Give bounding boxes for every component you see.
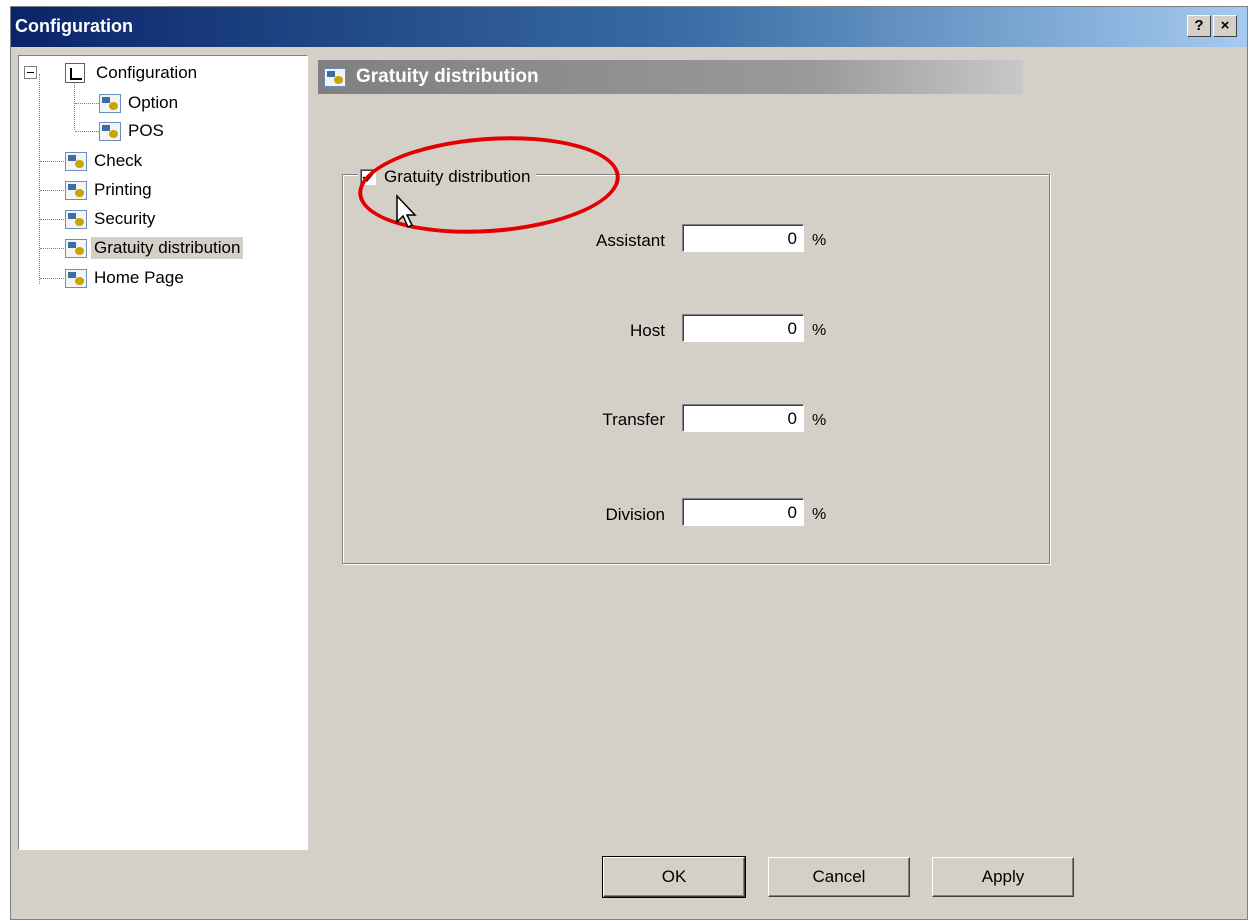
transfer-input[interactable]: 0 (682, 404, 804, 432)
gratuity-checkbox-label: Gratuity distribution (384, 167, 531, 186)
assistant-label: Assistant (596, 231, 665, 250)
tree-item-check[interactable]: Check (65, 148, 145, 174)
host-unit: % (812, 322, 827, 339)
tree-item-option[interactable]: Option (99, 90, 181, 116)
collapse-icon[interactable] (24, 66, 37, 79)
tree-item-security[interactable]: Security (65, 206, 158, 232)
tree-item-label: Configuration (96, 63, 198, 82)
division-unit: % (812, 506, 827, 523)
window-title: Configuration (15, 16, 133, 36)
settings-page-icon (65, 180, 87, 200)
tree-item-printing[interactable]: Printing (65, 177, 155, 203)
close-button[interactable]: × (1213, 15, 1237, 37)
tree-item-label: Printing (94, 180, 152, 199)
assistant-unit: % (812, 232, 827, 249)
configuration-icon (65, 63, 85, 83)
tree-connector (75, 103, 99, 104)
tree-item-pos[interactable]: POS (99, 118, 167, 144)
assistant-input[interactable]: 0 (682, 224, 804, 252)
settings-page-icon (65, 151, 87, 171)
gratuity-checkbox-row[interactable]: Gratuity distribution (358, 166, 537, 188)
tree-item-label: Check (94, 151, 143, 170)
host-input[interactable]: 0 (682, 314, 804, 342)
panel-title: Gratuity distribution (356, 66, 539, 87)
tree-connector (75, 131, 99, 132)
tree-connector (74, 82, 75, 130)
tree-item-label: POS (128, 121, 164, 140)
settings-page-icon (65, 268, 87, 288)
settings-page-icon (99, 121, 121, 141)
settings-page-icon (99, 93, 121, 113)
gratuity-distribution-checkbox[interactable] (360, 169, 376, 185)
tree-item-label: Gratuity distribution (91, 237, 244, 259)
tree-item-label: Home Page (94, 268, 184, 287)
settings-page-icon (65, 238, 87, 258)
host-label: Host (630, 321, 665, 340)
tree-item-gratuity-distribution[interactable]: Gratuity distribution (65, 235, 244, 261)
tree-item-label: Option (128, 93, 179, 112)
tree-item-configuration[interactable]: Configuration (65, 60, 200, 86)
transfer-unit: % (812, 412, 827, 429)
apply-button[interactable]: Apply (932, 857, 1074, 897)
tree-item-label: Security (94, 209, 156, 228)
cancel-button[interactable]: Cancel (768, 857, 910, 897)
settings-page-icon (65, 209, 87, 229)
title-bar[interactable]: Configuration ? × (11, 7, 1247, 47)
help-button[interactable]: ? (1187, 15, 1211, 37)
tree-connector (39, 74, 40, 284)
settings-page-icon (324, 67, 346, 87)
config-tree[interactable]: Configuration Option POS Check Printing … (18, 55, 308, 850)
tree-item-home-page[interactable]: Home Page (65, 265, 187, 291)
ok-button[interactable]: OK (602, 856, 746, 898)
transfer-label: Transfer (602, 410, 665, 429)
panel-header: Gratuity distribution (318, 60, 1023, 94)
division-label: Division (605, 505, 665, 524)
division-input[interactable]: 0 (682, 498, 804, 526)
